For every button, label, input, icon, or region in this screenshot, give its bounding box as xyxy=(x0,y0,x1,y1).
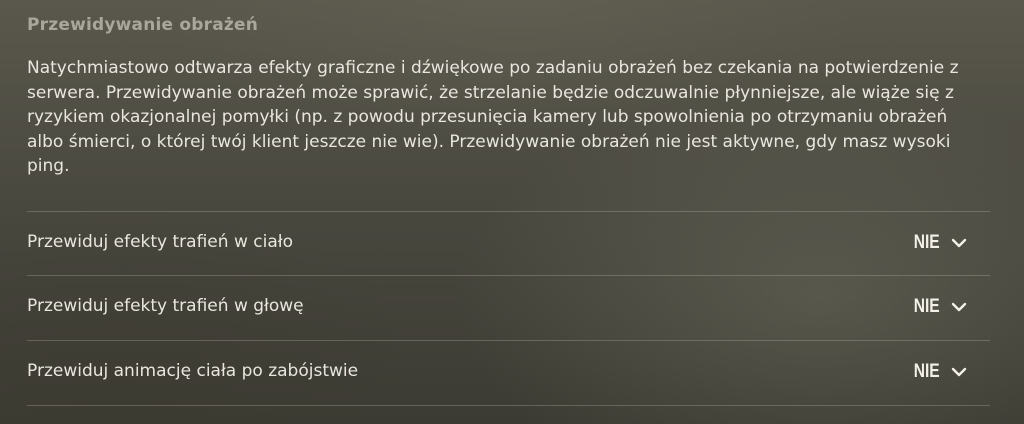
section-title: Przewidywanie obrażeń xyxy=(27,15,259,35)
setting-row-kill-animation[interactable]: Przewiduj animację ciała po zabójstwie N… xyxy=(27,340,990,406)
setting-dropdown[interactable]: NIE xyxy=(908,293,968,321)
setting-dropdown[interactable]: NIE xyxy=(908,358,968,386)
setting-label: Przewiduj animację ciała po zabójstwie xyxy=(27,361,359,381)
chevron-down-icon xyxy=(951,238,967,248)
setting-dropdown[interactable]: NIE xyxy=(908,229,968,257)
setting-row-head-hit-effects[interactable]: Przewiduj efekty trafień w głowę NIE xyxy=(27,275,990,340)
section-description: Natychmiastowo odtwarza efekty graficzne… xyxy=(27,58,959,176)
setting-value: NIE xyxy=(914,232,940,253)
setting-row-body-hit-effects[interactable]: Przewiduj efekty trafień w ciało NIE xyxy=(27,211,990,276)
setting-value: NIE xyxy=(914,361,940,382)
settings-panel: Przewidywanie obrażeń Natychmiastowo odt… xyxy=(0,0,1024,424)
setting-value: NIE xyxy=(914,296,940,317)
setting-label: Przewiduj efekty trafień w ciało xyxy=(27,232,293,252)
setting-label: Przewiduj efekty trafień w głowę xyxy=(27,296,304,316)
chevron-down-icon xyxy=(951,367,967,377)
chevron-down-icon xyxy=(951,302,967,312)
